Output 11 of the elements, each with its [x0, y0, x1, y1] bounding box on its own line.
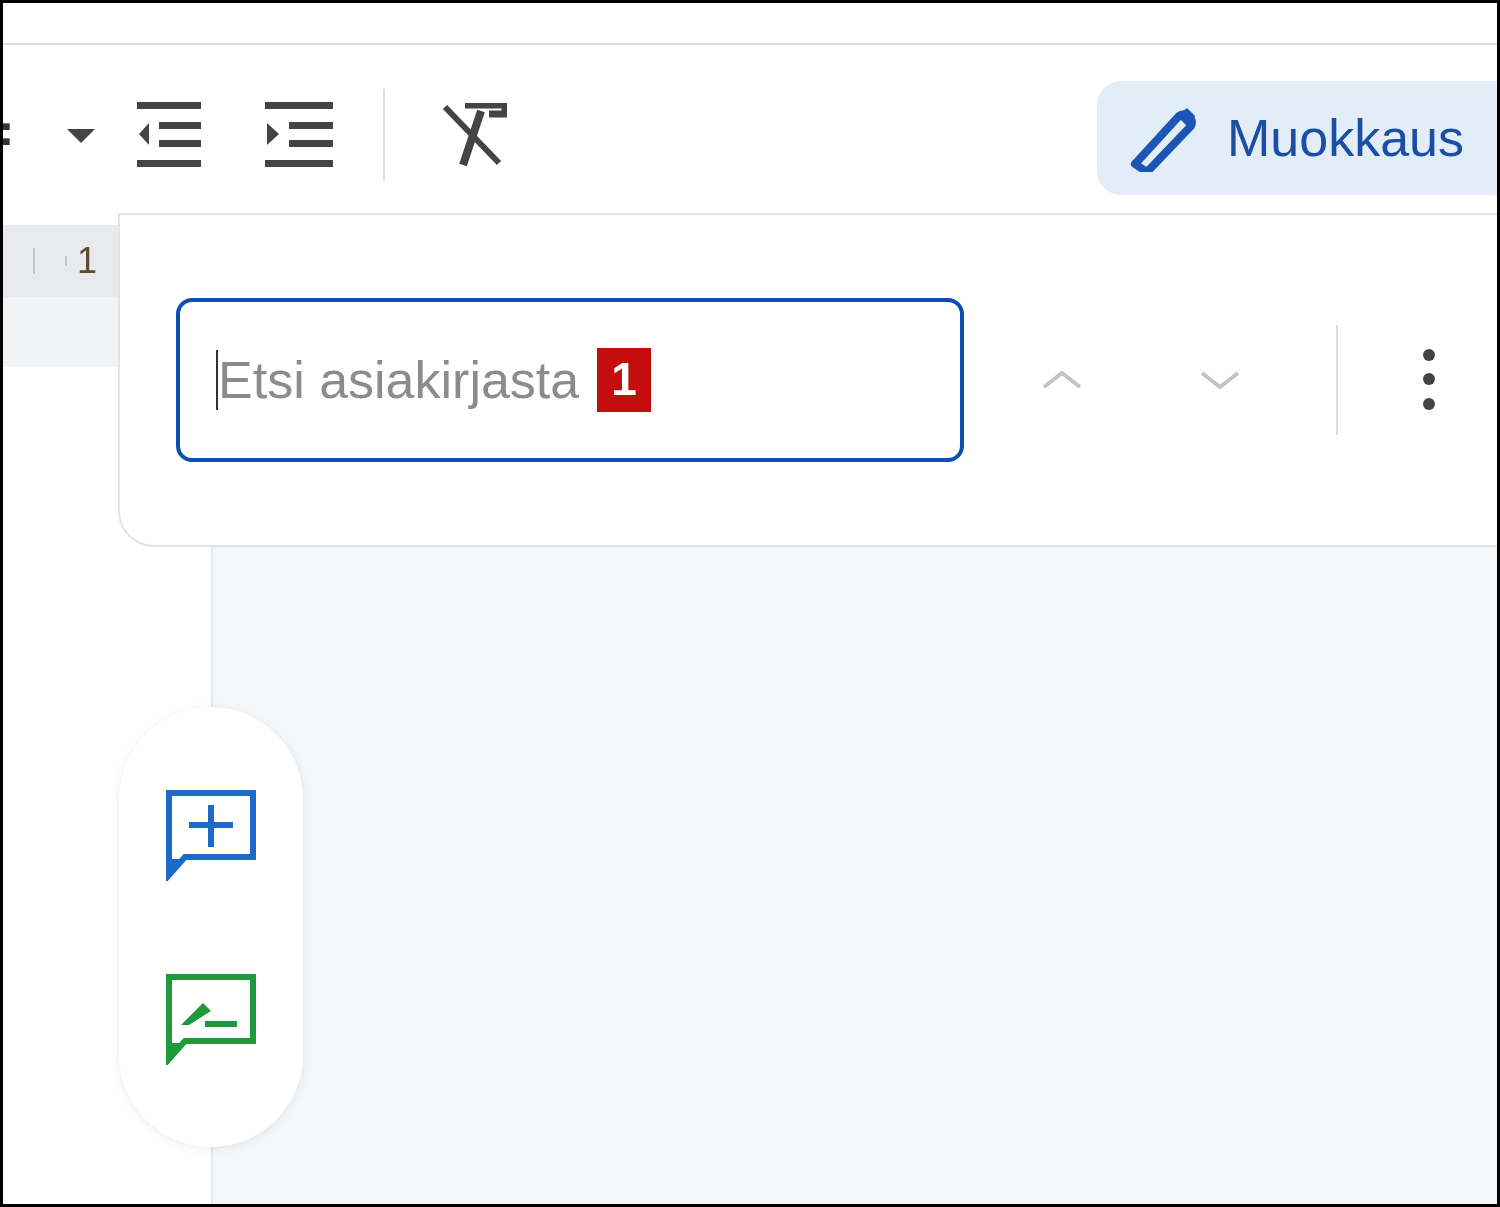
- search-field[interactable]: Etsi asiakirjasta 1: [176, 298, 964, 462]
- increase-indent-icon[interactable]: [265, 102, 333, 168]
- editing-mode-button[interactable]: Muokkaus: [1097, 81, 1497, 195]
- decrease-indent-icon[interactable]: [137, 102, 201, 168]
- more-options-icon[interactable]: [1422, 348, 1436, 412]
- clear-formatting-icon[interactable]: [441, 103, 507, 167]
- suggest-edit-icon[interactable]: [165, 973, 257, 1065]
- ruler-number: 1: [77, 240, 98, 282]
- step-badge: 1: [597, 348, 651, 412]
- add-comment-icon[interactable]: [165, 789, 257, 881]
- search-input[interactable]: Etsi asiakirjasta: [216, 350, 580, 410]
